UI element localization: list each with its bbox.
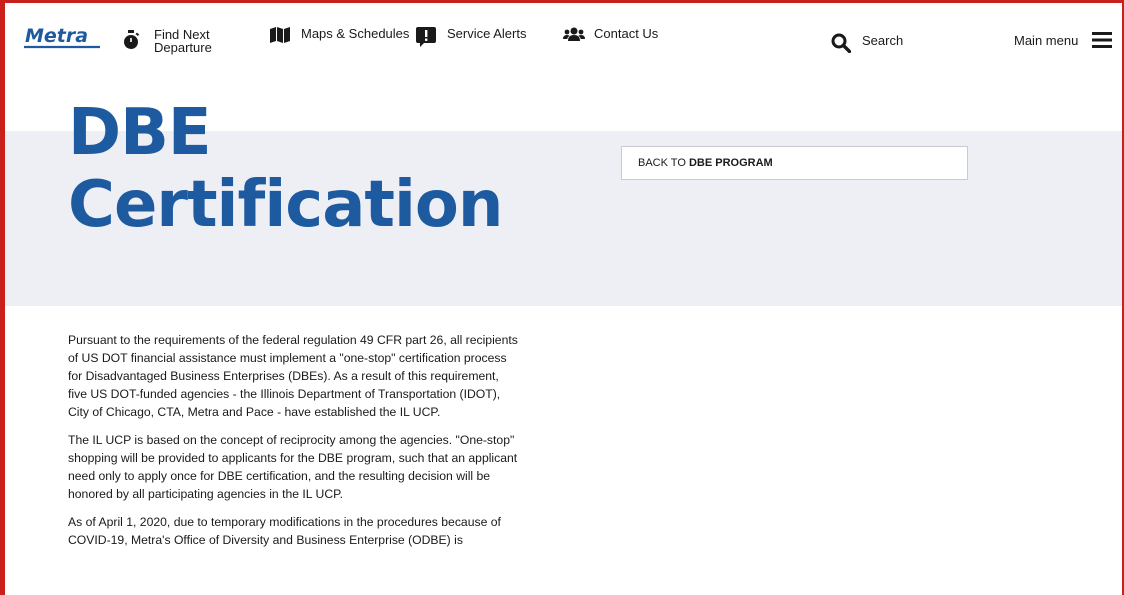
find-label-line2: Departure [154, 40, 212, 55]
stopwatch-icon [122, 30, 140, 50]
search-icon [831, 33, 852, 54]
page-title-line1: DBE [68, 96, 212, 170]
hamburger-icon [1092, 30, 1113, 50]
users-icon [563, 27, 585, 43]
page-title: DBE Certification [68, 96, 503, 242]
search-label: Search [862, 33, 904, 48]
back-to-dbe-program-link[interactable]: BACK TO DBE PROGRAM [621, 146, 968, 180]
main-menu-button[interactable]: Main menu [1014, 30, 1113, 50]
contact-us-label: Contact Us [594, 26, 659, 41]
paragraph-1: Pursuant to the requirements of the fede… [68, 333, 518, 419]
maps-schedules-label: Maps & Schedules [301, 26, 410, 41]
search-button[interactable]: Search [831, 33, 904, 54]
paragraph-3: As of April 1, 2020, due to temporary mo… [68, 515, 501, 547]
map-icon [270, 27, 290, 43]
paragraph-2: The IL UCP is based on the concept of re… [68, 433, 518, 501]
find-next-departure-link[interactable]: Find Next Departure [122, 28, 212, 54]
service-alerts-label: Service Alerts [447, 26, 527, 41]
maps-schedules-link[interactable]: Maps & Schedules [270, 27, 409, 43]
metra-logo[interactable]: Metra [22, 22, 102, 50]
service-alerts-link[interactable]: Service Alerts [416, 27, 526, 47]
back-prefix: BACK TO [638, 157, 689, 169]
alert-icon [416, 27, 436, 47]
content-body: Pursuant to the requirements of the fede… [68, 331, 518, 559]
back-target: DBE PROGRAM [688, 157, 773, 169]
contact-us-link[interactable]: Contact Us [563, 27, 658, 43]
page-title-line2: Certification [68, 168, 503, 242]
main-menu-label: Main menu [1014, 33, 1079, 48]
find-next-departure-label: Find Next Departure [154, 28, 212, 54]
metra-logo-mark: Metra [24, 25, 100, 49]
logo-text: Metra [25, 25, 88, 47]
